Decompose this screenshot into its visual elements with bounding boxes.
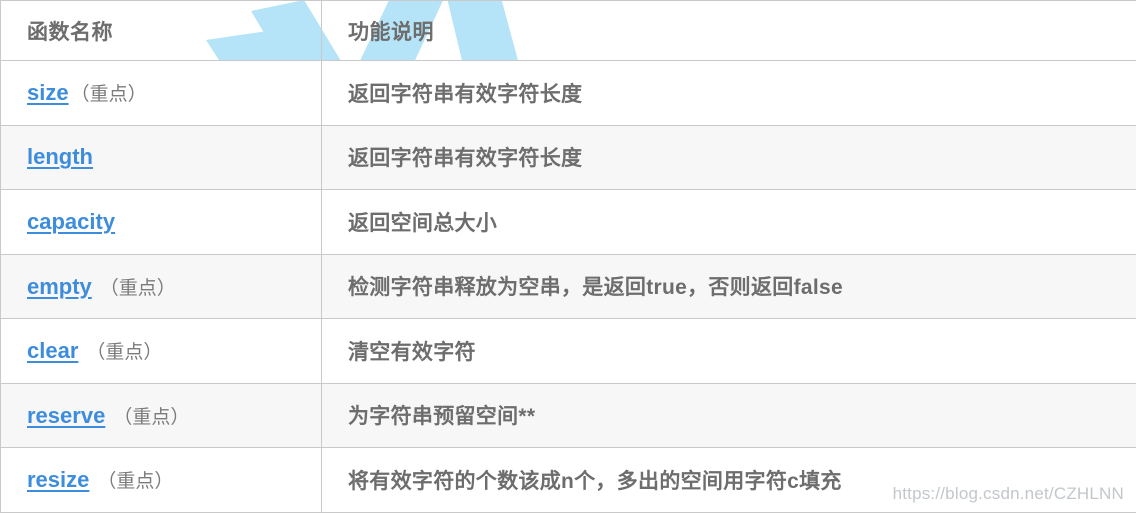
table-row: capacity 返回空间总大小 [1, 190, 1136, 255]
function-link-capacity[interactable]: capacity [27, 209, 115, 235]
table-row: clear （重点） 清空有效字符 [1, 319, 1136, 384]
function-link-size[interactable]: size [27, 80, 69, 106]
description-text: 返回空间总大小 [348, 212, 497, 235]
cell-description: 为字符串预留空间** [322, 383, 1136, 448]
function-link-empty[interactable]: empty [27, 274, 92, 300]
cell-description: 将有效字符的个数该成n个，多出的空间用字符c填充 [322, 448, 1136, 513]
function-note: （重点） [71, 79, 147, 106]
function-note: （重点） [86, 337, 162, 364]
string-function-table: 函数名称 功能说明 size （重点） 返回字符串有效字符长度 [0, 0, 1136, 513]
description-text: 返回字符串有效字符长度 [348, 147, 582, 170]
table-row: empty （重点） 检测字符串释放为空串，是返回true，否则返回false [1, 254, 1136, 319]
function-link-clear[interactable]: clear [27, 338, 78, 364]
function-note: （重点） [100, 273, 176, 300]
cell-function-name: empty （重点） [1, 254, 322, 319]
function-note: （重点） [113, 402, 189, 429]
cell-function-name: clear （重点） [1, 319, 322, 384]
table-body: size （重点） 返回字符串有效字符长度 length 返回字符串有效字符长度 [1, 61, 1136, 513]
page-root: 函数名称 功能说明 size （重点） 返回字符串有效字符长度 [0, 0, 1136, 511]
cell-description: 清空有效字符 [322, 319, 1136, 384]
table-row: resize （重点） 将有效字符的个数该成n个，多出的空间用字符c填充 [1, 448, 1136, 513]
column-header-function-name: 函数名称 [1, 1, 322, 61]
description-text: 为字符串预留空间** [348, 405, 535, 428]
function-note: （重点） [97, 466, 173, 493]
cell-description: 返回字符串有效字符长度 [322, 61, 1136, 126]
description-text: 返回字符串有效字符长度 [348, 83, 582, 106]
table-row: length 返回字符串有效字符长度 [1, 125, 1136, 190]
cell-function-name: reserve （重点） [1, 383, 322, 448]
table-row: size （重点） 返回字符串有效字符长度 [1, 61, 1136, 126]
table-head: 函数名称 功能说明 [1, 1, 1136, 61]
function-link-resize[interactable]: resize [27, 467, 89, 493]
function-link-reserve[interactable]: reserve [27, 403, 105, 429]
column-header-description: 功能说明 [322, 1, 1136, 61]
cell-function-name: size （重点） [1, 61, 322, 126]
description-text: 清空有效字符 [348, 341, 476, 364]
cell-description: 返回字符串有效字符长度 [322, 125, 1136, 190]
description-text: 将有效字符的个数该成n个，多出的空间用字符c填充 [348, 470, 842, 493]
cell-function-name: length [1, 125, 322, 190]
description-text: 检测字符串释放为空串，是返回true，否则返回false [348, 276, 843, 299]
cell-description: 返回空间总大小 [322, 190, 1136, 255]
cell-function-name: resize （重点） [1, 448, 322, 513]
cell-description: 检测字符串释放为空串，是返回true，否则返回false [322, 254, 1136, 319]
cell-function-name: capacity [1, 190, 322, 255]
table-row: reserve （重点） 为字符串预留空间** [1, 383, 1136, 448]
function-link-length[interactable]: length [27, 144, 93, 170]
table-header-row: 函数名称 功能说明 [1, 1, 1136, 61]
